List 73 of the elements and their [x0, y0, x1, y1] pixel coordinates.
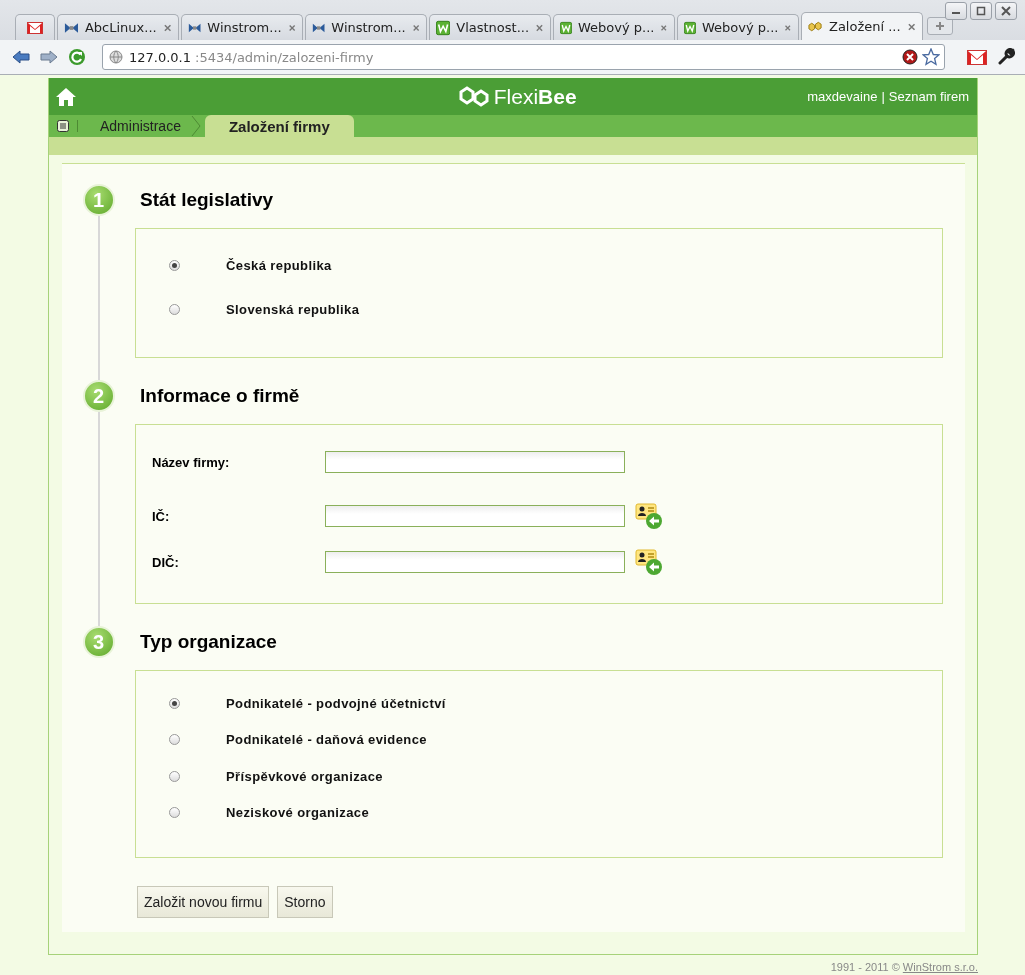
step-number: 1 [82, 184, 115, 216]
minimize-button[interactable] [945, 2, 967, 20]
close-icon [1001, 6, 1011, 16]
option-label: Česká republika [226, 257, 332, 273]
breadcrumb-link[interactable]: Administrace [90, 118, 191, 137]
maximize-icon [976, 6, 986, 16]
blocked-icon[interactable] [902, 49, 918, 65]
maximize-button[interactable] [970, 2, 992, 20]
forward-icon[interactable] [40, 50, 58, 64]
step-number: 3 [82, 626, 115, 658]
browser-tab[interactable]: Webový p... [553, 14, 675, 40]
field-label: DIČ: [151, 554, 180, 570]
radio-button[interactable] [169, 770, 180, 782]
close-icon [162, 22, 172, 33]
close-icon [287, 22, 296, 33]
separator-text: | [881, 89, 885, 104]
chevron-icon [190, 115, 201, 137]
close-icon [535, 22, 544, 33]
radio-button[interactable] [169, 807, 180, 819]
option-label: Podnikatelé - podvojné účetnictví [226, 695, 446, 711]
field-label: Název firmy: [151, 454, 231, 470]
new-tab-button[interactable] [927, 17, 953, 35]
mail-icon [27, 19, 43, 36]
field-label: IČ: [151, 508, 171, 524]
copyright-text: 1991 - 2011 © WinStrom s.r.o. [829, 960, 978, 973]
section-title: Typ organizace [140, 631, 278, 653]
contact-lookup-icon[interactable] [635, 502, 663, 530]
star-icon[interactable] [922, 48, 940, 66]
browser-tab[interactable]: Vlastnost... [429, 14, 551, 40]
text-field[interactable] [325, 451, 625, 473]
browser-tab[interactable] [15, 14, 55, 40]
text-field[interactable] [325, 505, 625, 527]
form-button[interactable]: Založit novou firmu [137, 886, 270, 918]
logo-text: FlexiBee [493, 84, 577, 109]
option-label: Neziskové organizace [226, 805, 370, 821]
option-label: Slovenská republika [226, 301, 360, 317]
close-icon [411, 22, 420, 33]
option-label: Příspěvkové organizace [226, 768, 383, 784]
browser-tab[interactable]: Winstrom... [305, 14, 427, 40]
globe-icon [109, 50, 123, 64]
browser-tab[interactable]: Webový p... [677, 14, 799, 40]
form-button[interactable]: Storno [277, 886, 333, 918]
radio-button[interactable] [169, 734, 180, 746]
reload-icon[interactable] [68, 48, 86, 66]
radio-button[interactable] [169, 303, 180, 315]
radio-button[interactable] [169, 259, 180, 271]
close-button[interactable] [995, 2, 1017, 20]
close-icon [906, 21, 916, 32]
close-icon [660, 22, 668, 33]
home-icon[interactable] [55, 85, 77, 108]
browser-tab[interactable]: AbcLinux... [57, 14, 179, 40]
address-field[interactable]: 127.0.0.1 :5434/admin/zalozeni-firmy [102, 44, 945, 70]
back-icon[interactable] [12, 50, 30, 64]
section-title: Stát legislativy [140, 189, 275, 211]
menu-icon[interactable] [57, 120, 78, 132]
mail-icon[interactable] [967, 49, 987, 65]
option-label: Podnikatelé - daňová evidence [226, 732, 427, 748]
w-letter-icon [560, 19, 572, 36]
text-field[interactable] [325, 551, 625, 573]
current-page-tab[interactable]: Založení firmy [204, 115, 354, 137]
logo-icon [457, 85, 490, 108]
w-letter-icon [436, 19, 451, 36]
plus-icon [935, 21, 945, 31]
company-link[interactable]: WinStrom s.r.o. [902, 961, 978, 973]
section-title: Informace o firmě [140, 385, 301, 407]
wrench-icon[interactable] [997, 48, 1015, 66]
w-letter-icon [684, 19, 696, 36]
radio-button[interactable] [169, 697, 180, 709]
browser-tab[interactable]: Založení ... [801, 12, 923, 40]
close-icon [784, 22, 792, 33]
browser-tab[interactable]: Winstrom... [181, 14, 303, 40]
contact-lookup-icon[interactable] [635, 548, 663, 576]
step-number: 2 [82, 380, 115, 412]
